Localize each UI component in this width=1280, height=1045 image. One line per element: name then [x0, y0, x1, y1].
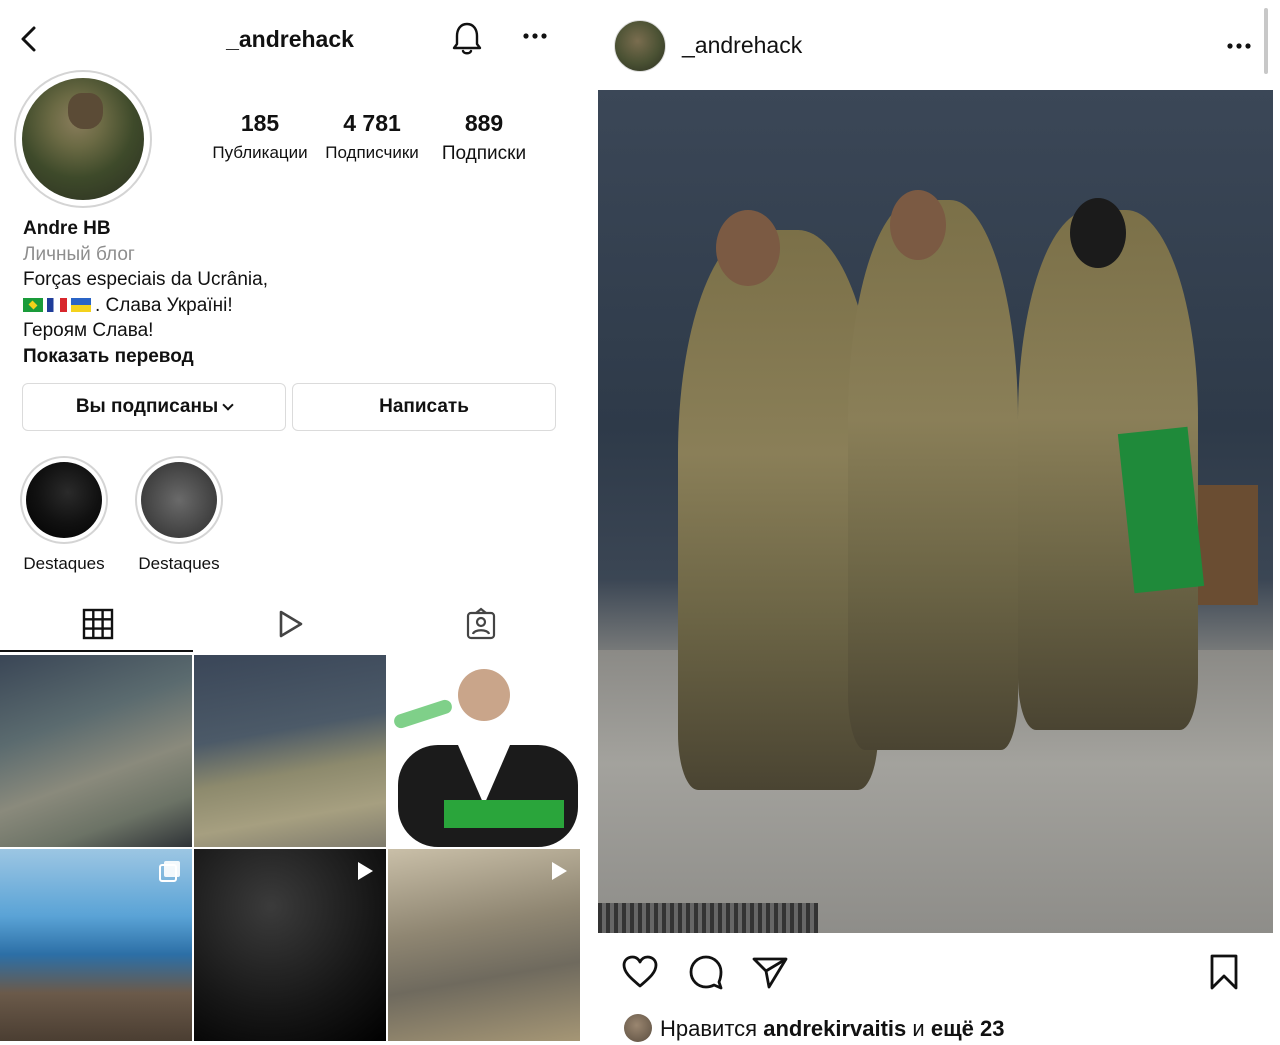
stat-following-value: 889 — [464, 110, 504, 136]
brazil-flag-icon — [23, 297, 43, 312]
grid-post[interactable] — [194, 655, 386, 847]
grid-post[interactable] — [0, 849, 192, 1041]
chevron-down-icon — [222, 399, 234, 411]
photo-head — [890, 190, 946, 260]
scrollbar[interactable] — [1264, 8, 1268, 74]
video-play-icon — [552, 862, 567, 880]
post-author-avatar[interactable] — [614, 20, 666, 72]
photo-grate — [598, 903, 818, 933]
post-thumbnail — [394, 669, 578, 847]
more-dots-icon[interactable] — [520, 26, 550, 46]
bio-line-2-text: . Слава Україні! — [95, 294, 233, 316]
profile-tabs — [0, 600, 580, 652]
profile-header: _andrehack — [0, 0, 580, 80]
grid-icon[interactable] — [80, 606, 116, 642]
stat-posts[interactable]: 185 Публикации — [205, 110, 315, 163]
reels-icon[interactable] — [272, 606, 308, 642]
photo-head — [1070, 198, 1126, 268]
likes-middle: и — [912, 1016, 925, 1041]
photo-head — [716, 210, 780, 286]
liker-avatar — [624, 1014, 652, 1042]
stat-followers-value: 4 781 — [343, 110, 401, 136]
bio-line-1: Forças especiais da Ucrânia, — [23, 269, 268, 290]
following-button[interactable]: Вы подписаны — [22, 383, 286, 431]
active-tab-indicator — [0, 650, 193, 652]
highlight-item[interactable]: Destaques — [133, 456, 225, 574]
show-translation-link[interactable]: Показать перевод — [23, 344, 563, 370]
profile-category: Личный блог — [23, 243, 135, 265]
post-header: _andrehack — [590, 0, 1280, 88]
stat-posts-value: 185 — [240, 110, 280, 136]
highlight-label: Destaques — [23, 554, 105, 573]
stat-followers[interactable]: 4 781 Подписчики — [318, 110, 426, 163]
tagged-icon[interactable] — [463, 606, 499, 642]
profile-panel: _andrehack 185 Публикации 4 781 Подписчи… — [0, 0, 580, 1045]
grid-post[interactable] — [0, 655, 192, 847]
post-actions — [590, 952, 1280, 998]
grid-post[interactable] — [194, 849, 386, 1041]
highlight-label: Destaques — [138, 554, 220, 573]
bell-icon[interactable] — [450, 20, 484, 56]
post-author-username[interactable]: _andrehack — [682, 32, 802, 59]
highlight-ring — [135, 456, 223, 544]
highlight-cover — [141, 462, 217, 538]
post-panel: _andrehack Нравится andrekirvaitis и ещё… — [590, 0, 1280, 1045]
profile-username: _andrehack — [226, 26, 354, 52]
highlight-item[interactable]: Destaques — [18, 456, 110, 574]
carousel-icon — [159, 861, 180, 882]
stat-following-label: Подписки — [441, 143, 527, 164]
grid-post[interactable] — [388, 655, 580, 847]
ukraine-flag-icon — [71, 297, 91, 312]
post-photo[interactable] — [598, 90, 1273, 933]
likes-others[interactable]: ещё 23 — [931, 1016, 1005, 1041]
video-play-icon — [358, 862, 373, 880]
likes-summary[interactable]: Нравится andrekirvaitis и ещё 23 — [624, 1014, 1004, 1042]
heart-icon[interactable] — [620, 952, 660, 992]
bio-line-3: Героям Слава! — [23, 320, 154, 341]
send-icon[interactable] — [750, 952, 790, 992]
posts-grid — [0, 655, 580, 1045]
stat-posts-label: Публикации — [212, 143, 308, 162]
bookmark-icon[interactable] — [1204, 952, 1244, 992]
avatar-image — [22, 78, 144, 200]
likes-prefix: Нравится — [660, 1016, 758, 1041]
more-dots-icon[interactable] — [1224, 36, 1254, 56]
profile-bio: Andre HB Личный блог Forças especiais da… — [23, 216, 563, 369]
stat-followers-label: Подписчики — [325, 143, 419, 162]
highlight-ring — [20, 456, 108, 544]
photo-soldier — [848, 200, 1018, 750]
grid-post[interactable] — [388, 849, 580, 1041]
bio-line-2: . Слава Україні! — [23, 293, 563, 319]
message-button[interactable]: Написать — [292, 383, 556, 431]
profile-avatar[interactable] — [14, 70, 152, 208]
france-flag-icon — [47, 297, 67, 312]
stat-following[interactable]: 889 Подписки — [432, 110, 536, 165]
comment-icon[interactable] — [686, 952, 726, 992]
likes-user[interactable]: andrekirvaitis — [763, 1016, 906, 1041]
following-button-label: Вы подписаны — [75, 396, 219, 417]
profile-name: Andre HB — [23, 218, 111, 239]
highlight-cover — [26, 462, 102, 538]
